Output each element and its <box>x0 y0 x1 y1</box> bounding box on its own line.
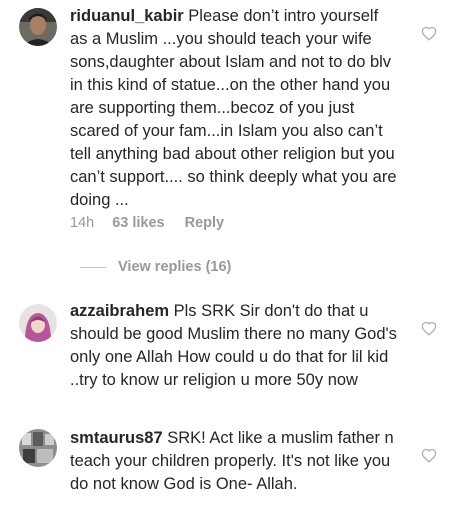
comment-body: Please don’t intro yourself as a Muslim … <box>70 7 397 209</box>
view-replies-label[interactable]: View replies (16) <box>118 259 231 275</box>
heart-icon[interactable] <box>421 448 437 463</box>
comment-username[interactable]: azzaibrahem <box>70 302 169 320</box>
avatar[interactable] <box>19 8 57 46</box>
comment-item: smtaurus87 SRK! Act like a muslim father… <box>0 415 451 511</box>
reply-button[interactable]: Reply <box>185 215 225 231</box>
comment-username[interactable]: smtaurus87 <box>70 429 163 447</box>
heart-icon[interactable] <box>421 26 437 41</box>
comment-username[interactable]: riduanul_kabir <box>70 7 184 25</box>
comment-item: riduanul_kabir Please don’t intro yourse… <box>0 0 451 290</box>
likes-count[interactable]: 63 likes <box>112 215 164 231</box>
view-replies-button[interactable]: View replies (16) <box>70 258 231 276</box>
divider <box>80 266 106 268</box>
comment-text: azzaibrahem Pls SRK Sir don't do that u … <box>70 300 400 392</box>
avatar[interactable] <box>19 429 57 467</box>
comment-item: azzaibrahem Pls SRK Sir don't do that u … <box>0 290 451 410</box>
comment-meta: 14h 63 likes Reply <box>70 214 244 232</box>
comment-text: smtaurus87 SRK! Act like a muslim father… <box>70 427 400 496</box>
comment-text: riduanul_kabir Please don’t intro yourse… <box>70 5 400 212</box>
comment-timestamp: 14h <box>70 215 95 231</box>
heart-icon[interactable] <box>421 321 437 336</box>
avatar[interactable] <box>19 304 57 342</box>
